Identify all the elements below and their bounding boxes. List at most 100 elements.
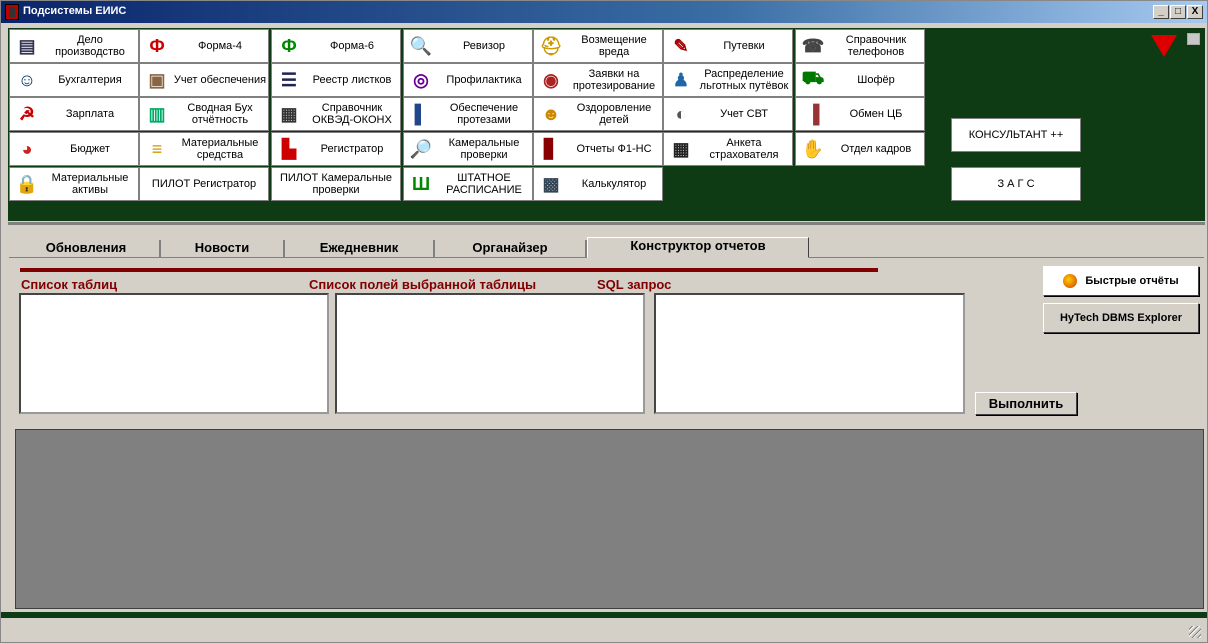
results-area — [15, 429, 1204, 609]
magnifier-icon: 🔍 — [409, 35, 433, 56]
subsystem-label: Калькулятор — [581, 178, 647, 190]
box-icon: ▣ — [148, 69, 166, 90]
splitter[interactable] — [8, 222, 1205, 225]
subsystem-button-17[interactable]: ▌ Обеспечение протезами — [403, 97, 533, 131]
phone-icon: ☎ — [801, 35, 825, 56]
subsystem-button-10[interactable]: ◎ Профилактика — [403, 63, 533, 97]
maximize-button[interactable]: □ — [1170, 5, 1186, 19]
consultant-button[interactable]: КОНСУЛЬТАНТ ++ — [951, 118, 1081, 152]
subsystem-label: Заявки на протезирование — [572, 68, 656, 92]
subsystem-button-13[interactable]: ⛟ Шофёр — [795, 63, 925, 97]
subsystem-button-27[interactable]: ✋ Отдел кадров — [795, 132, 925, 166]
sheet-icon: ☰ — [280, 69, 298, 90]
subsystem-button-18[interactable]: ☻ Оздоровление детей — [533, 97, 663, 131]
tables-listbox[interactable] — [19, 293, 329, 414]
subsystem-button-23[interactable]: ▙ Регистратор — [271, 132, 401, 166]
subsystem-button-6[interactable]: ☎ Справочник телефонов — [795, 29, 925, 63]
subsystem-button-21[interactable]: ◕ Бюджет — [9, 132, 139, 166]
subsystem-label: Шофёр — [857, 74, 895, 86]
subsystem-button-31[interactable]: Ш ШТАТНОЕ РАСПИСАНИЕ — [403, 167, 533, 201]
subsystem-label: ПИЛОТ Камеральные проверки — [279, 172, 393, 196]
subsystem-label: Сводная Бух отчётность — [187, 102, 253, 126]
subsystem-button-22[interactable]: ≡ Материальные средства — [139, 132, 269, 166]
subsystem-button-30[interactable]: ПИЛОТ Камеральные проверки — [271, 167, 401, 201]
subsystem-label: Материальные средства — [181, 137, 259, 161]
zags-button[interactable]: З А Г С — [951, 167, 1081, 201]
subsystem-label: Справочник телефонов — [845, 34, 907, 58]
fields-listbox[interactable] — [335, 293, 645, 414]
form4-icon: Ф — [149, 35, 165, 56]
tab-updates[interactable]: Обновления — [13, 240, 161, 258]
subsystem-button-11[interactable]: ◉ Заявки на протезирование — [533, 63, 663, 97]
subsystem-button-12[interactable]: ♟ Распределение льготных путёвок — [663, 63, 793, 97]
tab-report-constructor[interactable]: Конструктор отчетов — [587, 237, 809, 258]
subsystem-label: Справочник ОКВЭД-ОКОНХ — [312, 102, 392, 126]
subsystem-button-14[interactable]: ☭ Зарплата — [9, 97, 139, 131]
subsystem-label: ШТАТНОЕ РАСПИСАНИЕ — [446, 172, 522, 196]
handshake-icon: ✋ — [801, 138, 825, 159]
target-icon: ◎ — [413, 69, 429, 90]
quick-reports-label: Быстрые отчёты — [1085, 275, 1179, 287]
subsystem-button-1[interactable]: Ф Форма-4 — [139, 29, 269, 63]
stack-icon: ≡ — [151, 138, 163, 159]
subsystem-button-8[interactable]: ▣ Учет обеспечения — [139, 63, 269, 97]
subsystem-label: Ревизор — [462, 40, 506, 52]
folder-icon: ▤ — [18, 35, 36, 56]
reports-icon — [1063, 274, 1078, 288]
fields-list-label: Список полей выбранной таблицы — [309, 277, 537, 292]
subsystem-button-26[interactable]: ▦ Анкета страхователя — [663, 132, 793, 166]
subsystem-button-0[interactable]: ▤ Дело производство — [9, 29, 139, 63]
registrar-icon: ▙ — [282, 138, 296, 159]
subsystem-button-24[interactable]: 🔎 Камеральные проверки — [403, 132, 533, 166]
tables-list-label: Список таблиц — [21, 277, 118, 292]
restore-square-icon[interactable] — [1187, 33, 1200, 45]
quick-reports-button[interactable]: Быстрые отчёты — [1043, 266, 1199, 296]
subsystem-label: Камеральные проверки — [448, 137, 520, 161]
subsystem-button-32[interactable]: ▩ Калькулятор — [533, 167, 663, 201]
car-icon: ⛟ — [801, 68, 825, 88]
person-icon: ♟ — [672, 69, 690, 90]
subsystem-label: Зарплата — [65, 108, 115, 120]
down-triangle-icon[interactable] — [1151, 35, 1177, 57]
subsystem-label: Регистратор — [320, 143, 384, 155]
subsystem-label: Отчеты Ф1-НС — [576, 143, 652, 155]
subsystem-button-2[interactable]: Ф Форма-6 — [271, 29, 401, 63]
hytech-explorer-button[interactable]: HyTech DBMS Explorer — [1043, 303, 1199, 333]
sr-icon: Ш — [411, 173, 431, 194]
execute-button[interactable]: Выполнить — [975, 392, 1077, 415]
notebook-icon: ▥ — [148, 103, 166, 124]
tab-diary[interactable]: Ежедневник — [285, 240, 435, 258]
tab-news[interactable]: Новости — [161, 240, 285, 258]
smiley-icon: ☻ — [541, 103, 561, 124]
subsystem-button-7[interactable]: ☺ Бухгалтерия — [9, 63, 139, 97]
subsystem-button-29[interactable]: ПИЛОТ Регистратор — [139, 167, 269, 201]
subsystem-button-20[interactable]: ▐ Обмен ЦБ — [795, 97, 925, 131]
subsystem-label: Форма-4 — [197, 40, 243, 52]
subsystem-label: Учет СВТ — [720, 108, 768, 120]
minimize-button[interactable]: _ — [1153, 5, 1169, 19]
resize-grip[interactable] — [1189, 626, 1201, 638]
subsystem-button-3[interactable]: 🔍 Ревизор — [403, 29, 533, 63]
subsystem-button-9[interactable]: ☰ Реестр листков — [271, 63, 401, 97]
subsystem-button-25[interactable]: ▋ Отчеты Ф1-НС — [533, 132, 663, 166]
close-button[interactable]: X — [1187, 5, 1203, 19]
subsystem-button-5[interactable]: ✎ Путевки — [663, 29, 793, 63]
subsystem-label: Распределение льготных путёвок — [699, 68, 789, 92]
subsystem-button-4[interactable]: ⛑ Возмещение вреда — [533, 29, 663, 63]
subsystem-button-16[interactable]: ▦ Справочник ОКВЭД-ОКОНХ — [271, 97, 401, 131]
books-icon: ▐ — [806, 103, 820, 124]
subsystem-label: Реестр листков — [312, 74, 392, 86]
tab-organizer[interactable]: Органайзер — [435, 240, 587, 258]
subsystem-button-15[interactable]: ▥ Сводная Бух отчётность — [139, 97, 269, 131]
sql-query-label: SQL запрос — [597, 277, 672, 292]
subsystem-button-28[interactable]: 🔒 Материальные активы — [9, 167, 139, 201]
subsystem-button-19[interactable]: ◐ Учет СВТ — [663, 97, 793, 131]
tab-bar: Обновления Новости Ежедневник Органайзер… — [9, 237, 1204, 258]
subsystem-label: Форма-6 — [329, 40, 375, 52]
subsystem-label: Отдел кадров — [840, 143, 912, 155]
subsystem-label: Профилактика — [446, 74, 522, 86]
people-icon: ☺ — [17, 69, 37, 90]
sql-query-textarea[interactable] — [654, 293, 965, 414]
pie-icon: ◕ — [21, 138, 33, 159]
app-icon — [5, 4, 19, 20]
